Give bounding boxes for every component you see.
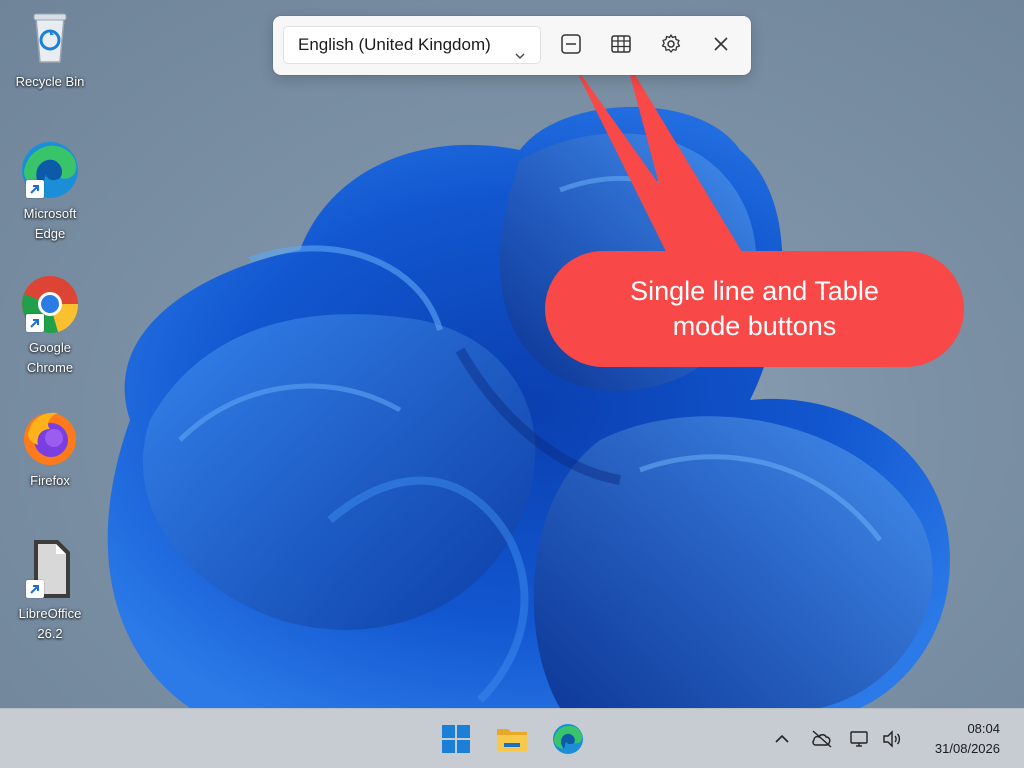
close-icon	[712, 35, 730, 58]
chevron-down-icon	[514, 39, 526, 75]
edge-taskbar-button[interactable]	[550, 721, 586, 757]
table-icon	[610, 33, 632, 60]
volume-icon	[880, 730, 904, 755]
language-dropdown[interactable]: English (United Kingdom)	[283, 26, 541, 64]
start-button[interactable]	[438, 721, 474, 757]
edge-icon	[550, 724, 586, 761]
network-icon	[848, 731, 872, 755]
annotation-callout: Single line and Table mode buttons	[545, 251, 964, 367]
show-hidden-icons-button[interactable]	[770, 727, 794, 751]
windows-start-icon	[438, 725, 474, 761]
taskbar: 08:04 31/08/2026	[0, 708, 1024, 768]
language-selected: English (United Kingdom)	[298, 35, 491, 54]
clock[interactable]: 08:04 31/08/2026	[935, 719, 1000, 759]
single-line-mode-button[interactable]	[555, 30, 587, 62]
callout-line-1: Single line and Table	[630, 276, 879, 306]
settings-button[interactable]	[655, 30, 687, 62]
close-button[interactable]	[705, 30, 737, 62]
callout-line-2: mode buttons	[672, 311, 837, 341]
chevron-up-icon	[770, 734, 794, 755]
single-line-icon	[560, 33, 582, 60]
file-explorer-button[interactable]	[494, 721, 530, 757]
file-explorer-icon	[494, 729, 530, 761]
voice-typing-toolbar: English (United Kingdom)	[273, 16, 751, 75]
clock-time: 08:04	[967, 721, 1000, 736]
network-button[interactable]	[848, 727, 872, 751]
onedrive-button[interactable]	[810, 727, 834, 751]
gear-icon	[660, 33, 682, 60]
table-mode-button[interactable]	[605, 30, 637, 62]
cloud-off-icon	[810, 730, 834, 755]
clock-date: 31/08/2026	[934, 741, 1000, 756]
volume-button[interactable]	[880, 727, 904, 751]
desktop: Recycle Bin Microsoft Edge Google Chrome…	[0, 0, 1024, 708]
